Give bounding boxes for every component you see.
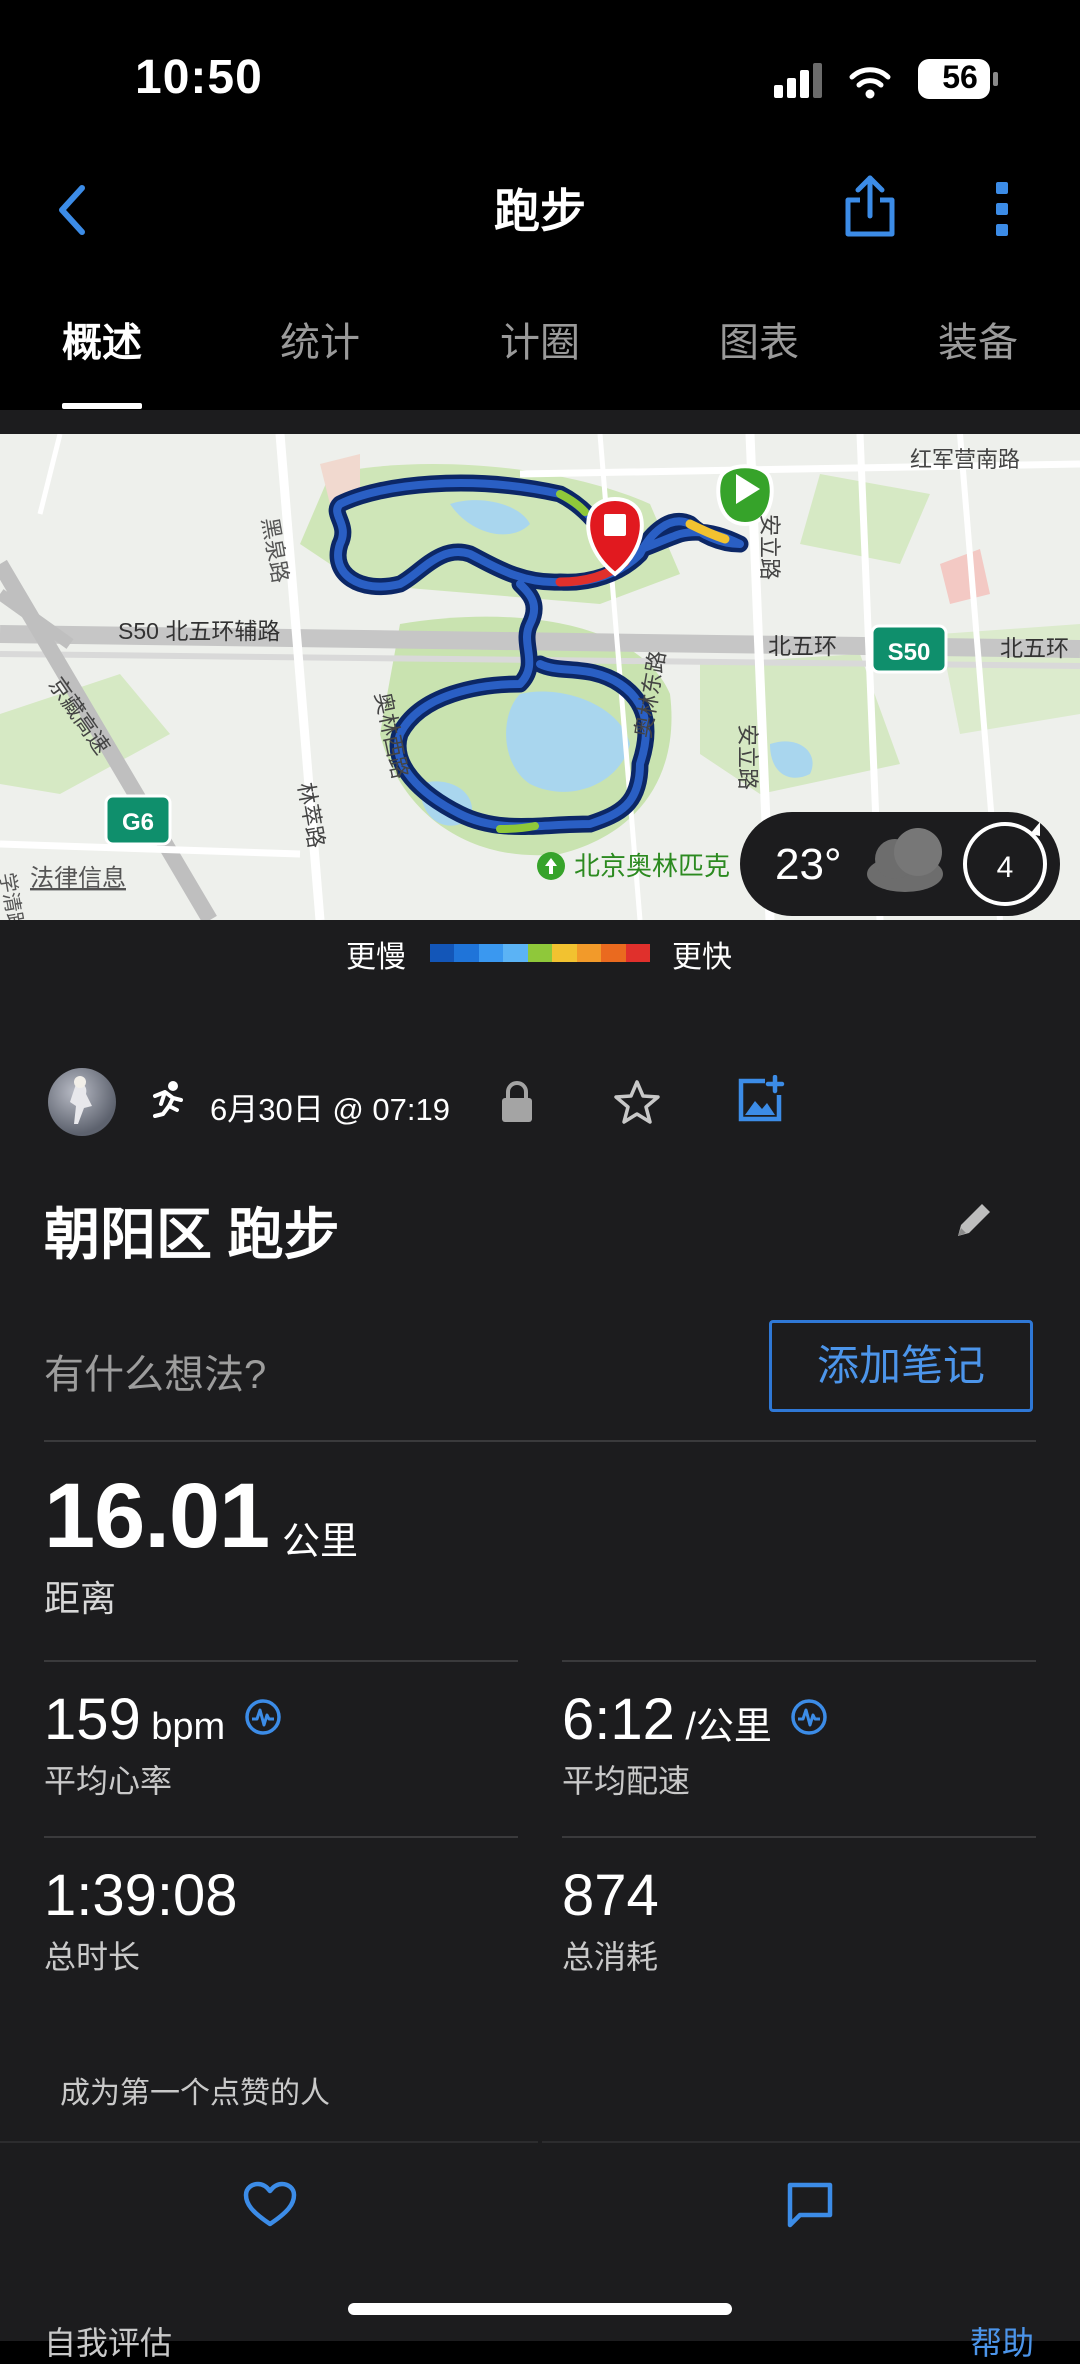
add-photo-icon [738, 1074, 785, 1122]
runner-photo [70, 1076, 92, 1124]
avg-pace-value: 6:12 [562, 1687, 675, 1752]
pace-color-swatch [625, 944, 650, 962]
star-icon [614, 1080, 660, 1124]
likes-text: 成为第一个点赞的人 [60, 2077, 330, 2110]
more-options-button[interactable] [990, 178, 1015, 240]
tab-bar: 概述 统计 计圈 图表 装备 [0, 310, 1080, 410]
divider [44, 1836, 518, 1838]
duration-label: 总时长 [44, 1939, 141, 1975]
svg-text:北京奥林匹克: 北京奥林匹克 [574, 851, 730, 881]
comment-icon [787, 2182, 833, 2228]
legend-slow-label: 更慢 [346, 941, 406, 974]
s50-badge: S50 [870, 624, 948, 674]
map-label-lincui: 林萃路 [293, 781, 329, 850]
distance-label: 距离 [44, 1578, 117, 1619]
more-vertical-icon [996, 182, 1008, 236]
favorite-button[interactable] [612, 1078, 662, 1128]
like-button[interactable] [0, 2141, 538, 2267]
wind-value: 4 [997, 851, 1014, 884]
map-label-north5-mid: 北五环 [768, 633, 837, 659]
pace-color-swatch [478, 944, 504, 962]
activity-title: 朝阳区 跑步 [44, 1203, 340, 1266]
distance-unit: 公里 [282, 1521, 359, 1563]
map-label-hongjun: 红军营南路 [910, 447, 1020, 472]
divider [44, 1660, 518, 1662]
map-canvas: 黑泉路 红军营南路 S50 北五环辅路 北五环 S50 北五环 京藏高速 奥林西… [0, 434, 1080, 920]
avg-hr-stat[interactable]: 159 bpm [44, 1686, 225, 1753]
comment-button[interactable] [542, 2141, 1080, 2267]
status-icons: 56 [770, 55, 1000, 105]
route-map[interactable]: 黑泉路 红军营南路 S50 北五环辅路 北五环 S50 北五环 京藏高速 奥林西… [0, 434, 1080, 920]
tab-stats[interactable]: 统计 [240, 310, 400, 368]
map-label-s50-aux: S50 北五环辅路 [118, 618, 280, 644]
park-label: 北京奥林匹克 [537, 851, 730, 881]
share-icon [845, 175, 895, 237]
map-label-anli-mid: 安立路 [735, 724, 760, 790]
weather-widget[interactable]: 23° 4 [740, 812, 1060, 916]
svg-text:G6: G6 [122, 809, 154, 836]
map-label-left-edge: 学清路 [0, 871, 28, 920]
pace-color-swatch [503, 944, 528, 962]
avatar[interactable] [48, 1068, 116, 1136]
pace-color-swatch [601, 944, 626, 962]
pace-zone-icon[interactable] [790, 1698, 828, 1736]
divider [562, 1660, 1036, 1662]
page-title: 跑步 [494, 185, 586, 237]
distance-value: 16.01 [44, 1465, 270, 1567]
map-label-north5-right: 北五环 [1000, 635, 1069, 661]
self-eval-heading: 自我评估 [44, 2325, 173, 2361]
help-link[interactable]: 帮助 [970, 2318, 1034, 2364]
divider [44, 1440, 1036, 1442]
svg-text:S50: S50 [888, 639, 931, 666]
home-indicator[interactable] [348, 2303, 732, 2315]
tab-divider [0, 410, 1080, 434]
activity-date: 6月30日 @ 07:19 [210, 1092, 450, 1127]
tab-charts[interactable]: 图表 [679, 310, 839, 368]
tab-overview[interactable]: 概述 [22, 310, 182, 368]
privacy-lock-button[interactable] [500, 1080, 534, 1124]
calories-label: 总消耗 [562, 1939, 659, 1975]
pace-color-swatch [527, 944, 553, 962]
avg-pace-unit: /公里 [685, 1706, 772, 1748]
weather-temp: 23° [775, 840, 842, 889]
avg-hr-value: 159 [44, 1687, 141, 1752]
avg-hr-unit: bpm [151, 1706, 226, 1748]
notes-prompt[interactable]: 有什么想法? [44, 1342, 266, 1400]
edit-title-button[interactable] [952, 1198, 996, 1242]
avg-pace-label: 平均配速 [562, 1763, 691, 1799]
pace-color-scale [430, 944, 650, 962]
pace-color-swatch [430, 944, 455, 962]
pace-legend: 更慢 更快 [0, 920, 1080, 982]
share-button[interactable] [840, 172, 900, 242]
calories-value: 874 [562, 1863, 659, 1928]
add-photo-button[interactable] [735, 1074, 785, 1125]
active-tab-indicator [62, 403, 142, 409]
social-action-bar [0, 2141, 1080, 2267]
avg-pace-stat[interactable]: 6:12 /公里 [562, 1686, 772, 1753]
add-note-button[interactable]: 添加笔记 [769, 1320, 1033, 1412]
pencil-icon [958, 1204, 990, 1236]
status-time: 10:50 [135, 51, 263, 104]
legal-info-link[interactable]: 法律信息 [30, 865, 126, 892]
lock-icon [502, 1081, 532, 1122]
legend-fast-label: 更快 [672, 941, 732, 974]
tab-laps[interactable]: 计圈 [460, 310, 620, 368]
pace-color-swatch [552, 944, 577, 962]
map-label-anli-top: 安立路 [757, 514, 782, 580]
divider [562, 1836, 1036, 1838]
avg-hr-label: 平均心率 [44, 1763, 173, 1799]
hr-zone-icon[interactable] [244, 1698, 282, 1736]
duration-value: 1:39:08 [44, 1863, 238, 1928]
pace-color-swatch [454, 944, 479, 962]
pace-color-swatch [576, 944, 602, 962]
running-icon [145, 1080, 187, 1122]
tab-gear[interactable]: 装备 [898, 310, 1058, 368]
heart-icon [243, 2181, 297, 2227]
battery-level: 56 [942, 59, 978, 95]
g6-badge: G6 [104, 794, 172, 846]
